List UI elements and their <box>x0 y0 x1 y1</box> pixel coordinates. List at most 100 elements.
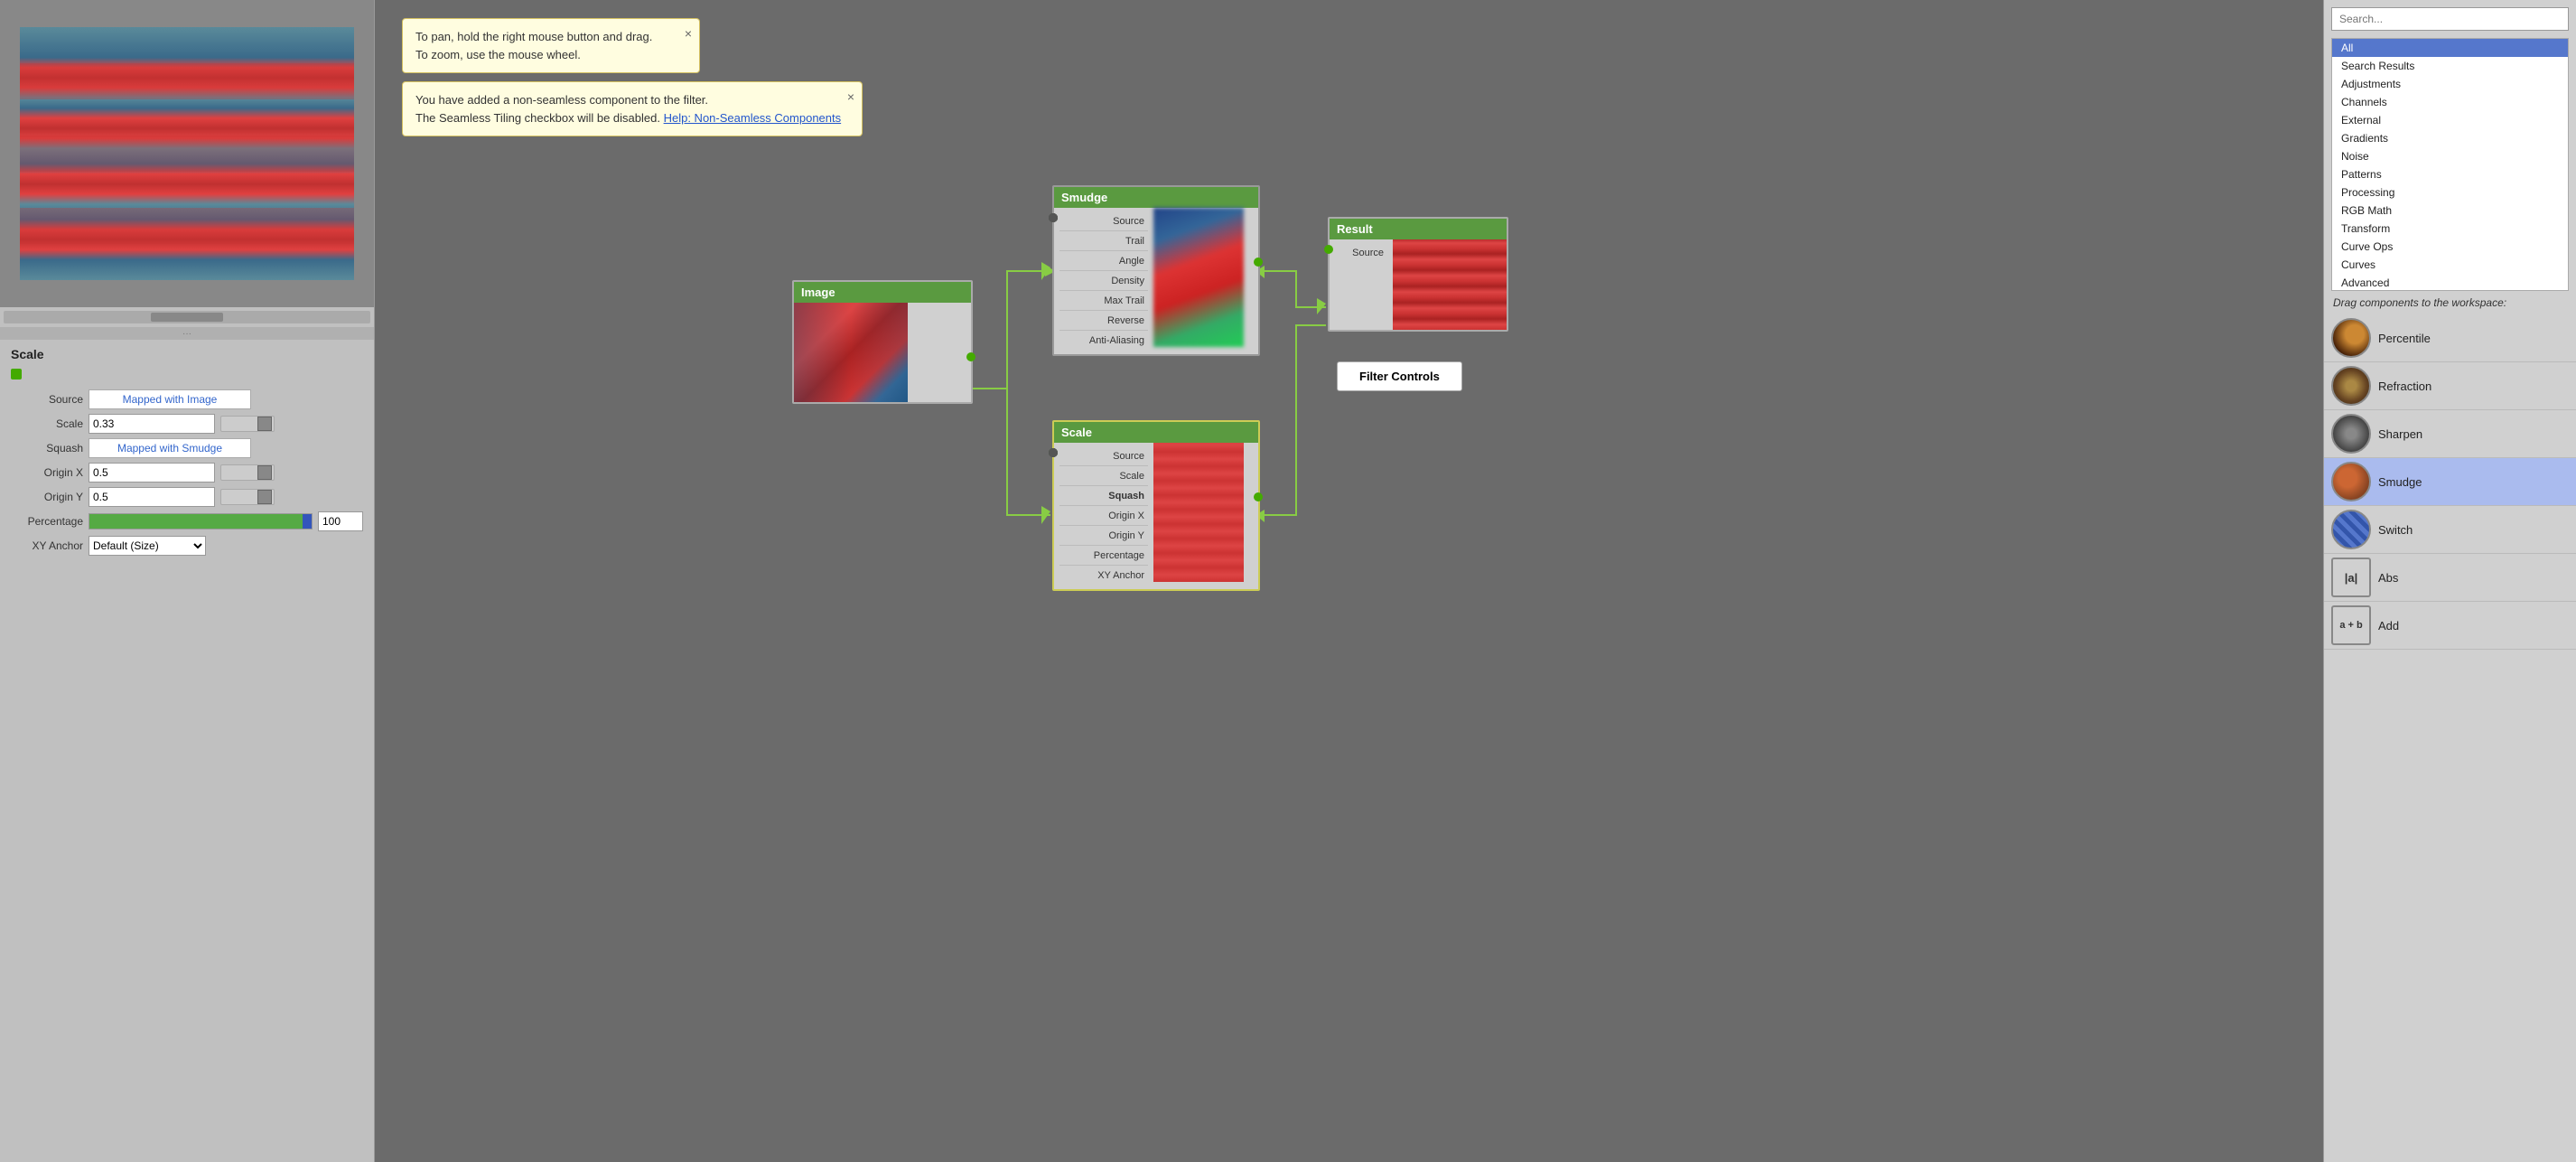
drag-label: Drag components to the workspace: <box>2324 291 2576 314</box>
category-external[interactable]: External <box>2332 111 2568 129</box>
refraction-label: Refraction <box>2378 380 2431 393</box>
category-processing[interactable]: Processing <box>2332 183 2568 201</box>
add-icon: a + b <box>2339 620 2362 631</box>
category-search-results[interactable]: Search Results <box>2332 57 2568 75</box>
preview-image <box>20 27 354 280</box>
smudge-node: Smudge Source Trail Angle Density <box>1052 185 1260 356</box>
component-switch[interactable]: Switch <box>2324 506 2576 554</box>
xy-anchor-select[interactable]: Default (Size) <box>89 536 206 556</box>
category-all[interactable]: All <box>2332 39 2568 57</box>
component-refraction[interactable]: Refraction <box>2324 362 2576 410</box>
origin-x-input[interactable] <box>89 463 215 483</box>
category-noise[interactable]: Noise <box>2332 147 2568 165</box>
left-panel: ··· Scale Source Mapped with Image Scale… <box>0 0 375 1162</box>
smudge-comp-label: Smudge <box>2378 475 2422 489</box>
scale-thumbnail <box>1153 443 1244 582</box>
preview-scrollbar[interactable] <box>4 311 370 323</box>
tooltip-line1: To pan, hold the right mouse button and … <box>415 28 686 46</box>
percentage-slider[interactable] <box>89 513 313 529</box>
origin-x-label: Origin X <box>11 466 83 479</box>
origin-y-slider[interactable] <box>220 489 275 505</box>
scale-label-percentage: Percentage <box>1059 546 1148 566</box>
category-channels[interactable]: Channels <box>2332 93 2568 111</box>
category-rgb-math[interactable]: RGB Math <box>2332 201 2568 220</box>
source-value-button[interactable]: Mapped with Image <box>89 389 251 409</box>
arrow-smudge-result <box>1317 298 1326 314</box>
connection-lines <box>375 0 2323 1162</box>
smudge-output-port[interactable] <box>1254 258 1263 267</box>
squash-value-button[interactable]: Mapped with Smudge <box>89 438 251 458</box>
percentile-thumbnail <box>2331 318 2371 358</box>
smudge-thumbnail <box>1153 208 1244 347</box>
sharpen-thumbnail <box>2331 414 2371 454</box>
component-abs[interactable]: |a| Abs <box>2324 554 2576 602</box>
panel-divider[interactable]: ··· <box>0 327 374 340</box>
category-list: All Search Results Adjustments Channels … <box>2331 38 2569 291</box>
scale-node-content: Source Scale Squash Origin X Origin Y <box>1054 443 1258 589</box>
scale-slider[interactable] <box>220 416 275 432</box>
smudge-label-trail: Trail <box>1059 231 1148 251</box>
add-thumbnail: a + b <box>2331 605 2371 645</box>
origin-x-slider[interactable] <box>220 464 275 481</box>
component-list: Percentile Refraction Sharpen Smudge Swi… <box>2324 314 2576 1162</box>
result-node-header: Result <box>1330 219 1507 239</box>
category-gradients[interactable]: Gradients <box>2332 129 2568 147</box>
abs-label: Abs <box>2378 571 2398 585</box>
scale-output-port[interactable] <box>1254 492 1263 501</box>
image-output-port[interactable] <box>966 352 975 361</box>
category-curve-ops[interactable]: Curve Ops <box>2332 238 2568 256</box>
scale-label-squash: Squash <box>1059 486 1148 506</box>
preview-area <box>0 0 374 307</box>
tooltip-seamless-line1: You have added a non-seamless component … <box>415 91 849 109</box>
result-source-port[interactable] <box>1324 245 1333 254</box>
scrollbar-handle[interactable] <box>151 313 223 322</box>
scale-xyanchor-port[interactable] <box>1049 448 1058 457</box>
scale-title: Scale <box>11 347 363 361</box>
component-smudge[interactable]: Smudge <box>2324 458 2576 506</box>
filter-controls-button[interactable]: Filter Controls <box>1337 361 1462 391</box>
scale-label-scale: Scale <box>1059 466 1148 486</box>
component-sharpen[interactable]: Sharpen <box>2324 410 2576 458</box>
origin-y-row: Origin Y <box>11 487 363 507</box>
non-seamless-help-link[interactable]: Help: Non-Seamless Components <box>664 111 842 125</box>
right-panel: All Search Results Adjustments Channels … <box>2323 0 2576 1162</box>
workspace: × To pan, hold the right mouse button an… <box>375 0 2323 1162</box>
image-node-content <box>794 303 971 402</box>
arrow-img-scale <box>1041 506 1050 524</box>
tooltip-seamless: × You have added a non-seamless componen… <box>402 81 863 136</box>
percentage-row: Percentage <box>11 511 363 531</box>
scale-label-xyanchor: XY Anchor <box>1059 566 1148 586</box>
category-curves[interactable]: Curves <box>2332 256 2568 274</box>
category-patterns[interactable]: Patterns <box>2332 165 2568 183</box>
percentage-thumb <box>303 514 312 529</box>
percentage-label: Percentage <box>11 515 83 528</box>
scale-label-originy: Origin Y <box>1059 526 1148 546</box>
scale-section: Scale Source Mapped with Image Scale Squ… <box>0 340 374 567</box>
component-add[interactable]: a + b Add <box>2324 602 2576 650</box>
smudge-node-header: Smudge <box>1054 187 1258 208</box>
result-thumbnail <box>1393 239 1507 330</box>
origin-y-slider-thumb <box>257 490 272 504</box>
percentage-input[interactable] <box>318 511 363 531</box>
tooltip-close-1[interactable]: × <box>685 24 692 43</box>
scale-node-header: Scale <box>1054 422 1258 443</box>
scale-node: Scale Source Scale Squash Origin X <box>1052 420 1260 591</box>
category-transform[interactable]: Transform <box>2332 220 2568 238</box>
tooltip-close-2[interactable]: × <box>847 88 854 107</box>
category-advanced[interactable]: Advanced <box>2332 274 2568 291</box>
smudge-antialiasing-port[interactable] <box>1049 213 1058 222</box>
squash-label: Squash <box>11 442 83 454</box>
category-adjustments[interactable]: Adjustments <box>2332 75 2568 93</box>
tooltip-line2: To zoom, use the mouse wheel. <box>415 46 686 64</box>
smudge-node-labels: Source Trail Angle Density Max Trail <box>1054 208 1153 354</box>
result-node-content: Source <box>1330 239 1507 330</box>
component-percentile[interactable]: Percentile <box>2324 314 2576 362</box>
result-label-source: Source <box>1335 243 1387 263</box>
xy-anchor-label: XY Anchor <box>11 539 83 552</box>
search-box <box>2331 7 2569 31</box>
result-node: Result Source <box>1328 217 1508 332</box>
sharpen-label: Sharpen <box>2378 427 2422 441</box>
origin-y-input[interactable] <box>89 487 215 507</box>
scale-input[interactable] <box>89 414 215 434</box>
search-input[interactable] <box>2331 7 2569 31</box>
